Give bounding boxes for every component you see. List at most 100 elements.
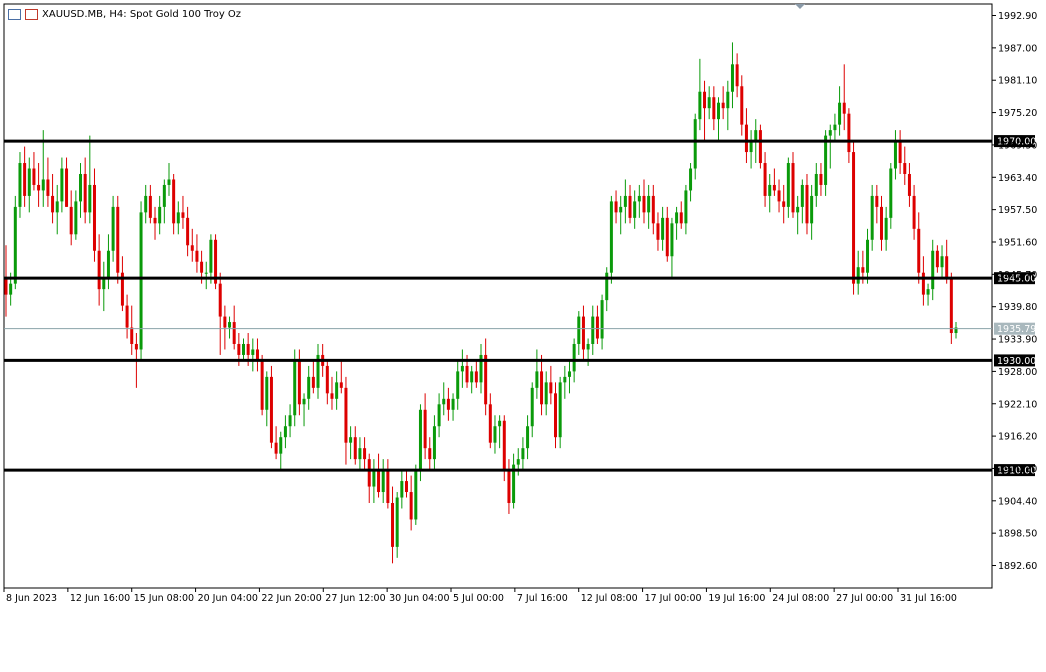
candle-body	[148, 195, 152, 218]
candle	[912, 184, 916, 240]
candle-body	[55, 201, 59, 213]
candle	[251, 338, 255, 372]
candle-body	[23, 163, 27, 196]
candle	[866, 228, 870, 284]
candle	[204, 261, 208, 290]
y-tick-label: 1963.40	[998, 173, 1037, 184]
candle-body	[442, 398, 446, 405]
candle	[540, 354, 544, 416]
candle	[97, 234, 101, 306]
candle	[432, 415, 436, 471]
candle	[395, 492, 399, 558]
candle-body	[889, 168, 893, 218]
candle-body	[195, 250, 199, 262]
candle	[60, 157, 64, 213]
candle	[335, 371, 339, 410]
candle	[605, 267, 609, 312]
candle-body	[516, 459, 520, 465]
y-tick-label: 1969.30	[998, 140, 1037, 151]
candle-body	[330, 393, 334, 399]
candle	[488, 393, 492, 449]
current-price-label: 1935.79	[997, 324, 1036, 335]
candle-body	[567, 371, 571, 377]
candle-body	[102, 278, 106, 290]
shift-marker-icon[interactable]	[795, 4, 805, 9]
candle-body	[274, 442, 278, 454]
candle-body	[172, 179, 176, 224]
candle	[549, 365, 553, 405]
candle	[139, 201, 143, 361]
candle-body	[945, 256, 949, 279]
candle-body	[377, 470, 381, 493]
candle-body	[870, 195, 874, 240]
candle	[805, 173, 809, 235]
candle-body	[27, 168, 31, 196]
candle	[856, 250, 860, 295]
candle-body	[665, 217, 669, 257]
candle-body	[260, 360, 264, 410]
candle-body	[255, 349, 259, 361]
candle-body	[903, 163, 907, 174]
candle	[661, 206, 665, 251]
candle-body	[344, 387, 348, 443]
candle	[181, 195, 185, 229]
candle-body	[204, 272, 208, 274]
candle	[600, 294, 604, 350]
candle-body	[581, 316, 585, 350]
candle-body	[675, 212, 679, 224]
candle-body	[414, 470, 418, 520]
candle	[158, 195, 162, 235]
candle	[507, 459, 511, 514]
y-tick-label: 1987.00	[998, 43, 1037, 54]
candle-body	[921, 272, 925, 295]
candle	[740, 75, 744, 136]
candle	[884, 206, 888, 251]
candle	[670, 217, 674, 279]
candle	[893, 130, 897, 180]
candle-body	[847, 113, 851, 153]
candle-body	[609, 201, 613, 273]
candle	[903, 146, 907, 185]
candle	[265, 371, 269, 427]
candle-body	[451, 398, 455, 410]
candle	[633, 190, 637, 229]
candle-body	[167, 179, 171, 185]
candle-body	[372, 470, 376, 487]
candle	[870, 184, 874, 251]
candle	[782, 184, 786, 224]
candle-body	[97, 250, 101, 290]
candle-body	[898, 141, 902, 164]
candle	[344, 376, 348, 465]
candlestick-chart[interactable]: 1970.001945.001930.001910.001935.79 1992…	[0, 0, 1046, 672]
candle	[46, 157, 50, 207]
candle	[647, 184, 651, 229]
candle	[763, 152, 767, 207]
candle	[339, 360, 343, 394]
candle-body	[777, 190, 781, 202]
candle	[842, 64, 846, 131]
candle-body	[912, 195, 916, 229]
candle	[172, 173, 176, 235]
candle-body	[470, 371, 474, 383]
candle-body	[88, 184, 92, 213]
candle-body	[810, 195, 814, 224]
candle	[493, 415, 497, 454]
candle-body	[852, 152, 856, 284]
candle-body	[744, 124, 748, 153]
candle	[498, 415, 502, 449]
candle	[302, 393, 306, 427]
candle	[4, 245, 8, 317]
candle-body	[647, 195, 651, 213]
candle-body	[162, 184, 166, 207]
y-tick-label: 1951.60	[998, 237, 1037, 248]
x-tick-label: 27 Jul 00:00	[836, 593, 893, 604]
candle-body	[246, 343, 250, 355]
y-tick-label: 1957.50	[998, 205, 1037, 216]
candle-body	[446, 398, 450, 410]
candle-body	[32, 168, 36, 185]
candle-body	[339, 382, 343, 388]
candle	[833, 113, 837, 142]
chart-window: XAUUSD.MB, H4: Spot Gold 100 Troy Oz 197…	[0, 0, 1046, 672]
candle-body	[465, 365, 469, 383]
candle	[931, 239, 935, 301]
